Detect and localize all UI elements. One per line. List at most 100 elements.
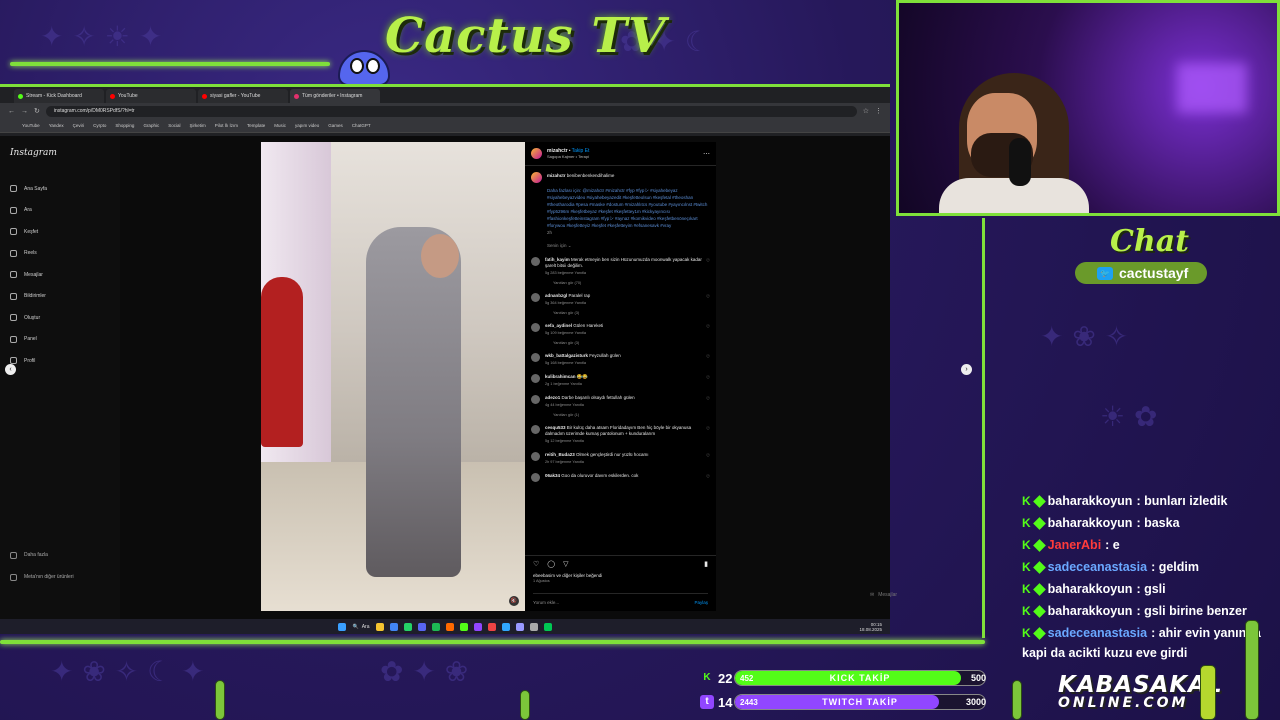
comment-username[interactable]: adezo1 xyxy=(545,395,560,400)
share-icon[interactable]: ▽ xyxy=(563,560,568,568)
chat-username[interactable]: baharakkoyun xyxy=(1048,604,1133,618)
bookmark-star-icon[interactable]: ☆ xyxy=(863,107,869,115)
browser-tab[interactable]: Stream - Kick Dashboard xyxy=(14,89,104,103)
avatar[interactable] xyxy=(531,425,540,434)
app-icon[interactable] xyxy=(445,622,454,631)
windows-start-icon[interactable] xyxy=(338,622,347,631)
chat-username[interactable]: sadeceanastasia xyxy=(1048,560,1147,574)
like-comment-heart-icon[interactable]: ♡ xyxy=(706,426,710,432)
photoshop-icon[interactable] xyxy=(501,622,510,631)
view-replies-link[interactable]: Yanıtları gör (3) xyxy=(525,341,716,345)
avatar[interactable] xyxy=(531,323,540,332)
avatar[interactable] xyxy=(531,473,540,482)
sidebar-item[interactable]: Reels xyxy=(10,243,47,265)
like-comment-heart-icon[interactable]: ♡ xyxy=(706,375,710,381)
browser-tab[interactable]: Tüm gönderiler • Instagram xyxy=(290,89,380,103)
sidebar-item[interactable]: Daha fazla xyxy=(10,544,74,566)
like-heart-icon[interactable]: ♡ xyxy=(533,560,539,568)
discord-icon[interactable] xyxy=(417,622,426,631)
avatar[interactable] xyxy=(531,452,540,461)
chat-username[interactable]: baharakkoyun xyxy=(1048,494,1133,508)
previous-post-arrow-icon[interactable]: ‹ xyxy=(5,364,16,375)
sidebar-item[interactable]: Meta'nın diğer ürünleri xyxy=(10,566,74,588)
post-video[interactable]: 🔇 xyxy=(261,142,525,611)
avatar[interactable] xyxy=(531,374,540,383)
chrome-icon[interactable] xyxy=(389,622,398,631)
spotify-icon[interactable] xyxy=(431,622,440,631)
instagram-logo[interactable]: Instagram xyxy=(10,148,57,158)
chat-username[interactable]: JanerAbi xyxy=(1048,538,1102,552)
caption-username[interactable]: mizahctr xyxy=(547,173,566,178)
comment-username[interactable]: kulibrahimcan xyxy=(545,374,576,379)
bookmark-item[interactable]: Social xyxy=(168,123,180,128)
post-comment-button[interactable]: Paylaş xyxy=(694,600,708,605)
browser-tab[interactable]: siyasi gafler - YouTube xyxy=(198,89,288,103)
comment-username[interactable]: reitih_Buda23 xyxy=(545,452,575,457)
avatar[interactable] xyxy=(531,353,540,362)
mute-icon[interactable]: 🔇 xyxy=(509,596,519,606)
extensions-icon[interactable]: ⋮ xyxy=(875,107,882,115)
avatar[interactable] xyxy=(531,395,540,404)
bookmark-item[interactable]: YouTube xyxy=(22,123,40,128)
comment-username[interactable]: fatih_kayim xyxy=(545,257,570,262)
sidebar-item[interactable]: Mesajlar xyxy=(10,264,47,286)
bookmark-item[interactable]: Games xyxy=(328,123,343,128)
reload-icon[interactable]: ↻ xyxy=(34,107,40,115)
bookmark-item[interactable]: Şirketim xyxy=(189,123,205,128)
view-replies-link[interactable]: Yanıtları gör (1) xyxy=(525,413,716,417)
chat-username[interactable]: sadeceanastasia xyxy=(1048,626,1147,640)
forward-icon[interactable]: → xyxy=(21,108,28,115)
comment-username[interactable]: adnanbzgl xyxy=(545,293,567,298)
app-icon[interactable] xyxy=(543,622,552,631)
audio-track[interactable]: Sagopa Kajmer • Terapi xyxy=(547,154,589,159)
file-explorer-icon[interactable] xyxy=(375,622,384,631)
comment-username[interactable]: 06ak34 xyxy=(545,473,560,478)
chat-username[interactable]: baharakkoyun xyxy=(1048,516,1133,530)
like-comment-heart-icon[interactable]: ♡ xyxy=(706,294,710,300)
comment-username[interactable]: wkb_battalgazisturk xyxy=(545,353,588,358)
view-replies-link[interactable]: Yanıtları gör (3) xyxy=(525,311,716,315)
bookmark-item[interactable]: Music xyxy=(274,123,286,128)
avatar[interactable] xyxy=(531,148,542,159)
back-icon[interactable]: ← xyxy=(8,108,15,115)
avatar[interactable] xyxy=(531,293,540,302)
add-comment-input[interactable]: Yorum ekle... xyxy=(533,600,559,605)
like-comment-heart-icon[interactable]: ♡ xyxy=(706,453,710,459)
app-icon[interactable] xyxy=(487,622,496,631)
kick-icon[interactable] xyxy=(459,622,468,631)
sidebar-item[interactable]: Ana Sayfa xyxy=(10,178,47,200)
save-bookmark-icon[interactable]: ▮ xyxy=(704,560,708,568)
caption-hashtags[interactable]: Daha fazlası için: @mizahctr #mizahctr #… xyxy=(531,187,710,229)
more-options-icon[interactable]: ⋯ xyxy=(703,150,710,158)
app-icon[interactable] xyxy=(529,622,538,631)
like-comment-heart-icon[interactable]: ♡ xyxy=(706,396,710,402)
like-comment-heart-icon[interactable]: ♡ xyxy=(706,324,710,330)
sidebar-item[interactable]: Ara xyxy=(10,200,47,222)
avatar[interactable] xyxy=(531,172,542,183)
sidebar-item[interactable]: Bildirimler xyxy=(10,286,47,308)
bookmark-item[interactable]: Shopping xyxy=(115,123,134,128)
url-input[interactable]: instagram.com/p/DM0RSPdfS/?hl=tr xyxy=(45,105,857,117)
chat-username[interactable]: baharakkoyun xyxy=(1048,582,1133,596)
like-comment-heart-icon[interactable]: ♡ xyxy=(706,474,710,480)
bookmark-item[interactable]: Çeviri xyxy=(73,123,85,128)
bookmark-item[interactable]: Pilot İlı İzım xyxy=(215,123,238,128)
bookmark-item[interactable]: Cyrpto xyxy=(93,123,106,128)
next-post-arrow-icon[interactable]: › xyxy=(961,364,972,375)
taskbar-search[interactable]: 🔍 Ara xyxy=(352,624,369,630)
comment-username[interactable]: cesqu533 xyxy=(545,425,566,430)
bookmark-item[interactable]: Template xyxy=(247,123,265,128)
bookmark-item[interactable]: yapım video xyxy=(295,123,319,128)
browser-tab[interactable]: YouTube xyxy=(106,89,196,103)
taskbar-clock[interactable]: 00:15 18.08.2025 xyxy=(859,622,882,632)
sidebar-item[interactable]: Keşfet xyxy=(10,221,47,243)
bookmark-item[interactable]: ChatGPT xyxy=(352,123,371,128)
comment-icon[interactable]: ◯ xyxy=(547,560,555,568)
messages-pill[interactable]: ✉ Mesajlar xyxy=(870,587,960,603)
view-replies-link[interactable]: Yanıtları gör (70) xyxy=(525,281,716,285)
premiere-icon[interactable] xyxy=(515,622,524,631)
bookmark-item[interactable]: Graphic xyxy=(143,123,159,128)
comment-username[interactable]: sefa_aydinel xyxy=(545,323,572,328)
whatsapp-icon[interactable] xyxy=(403,622,412,631)
avatar[interactable] xyxy=(531,257,540,266)
